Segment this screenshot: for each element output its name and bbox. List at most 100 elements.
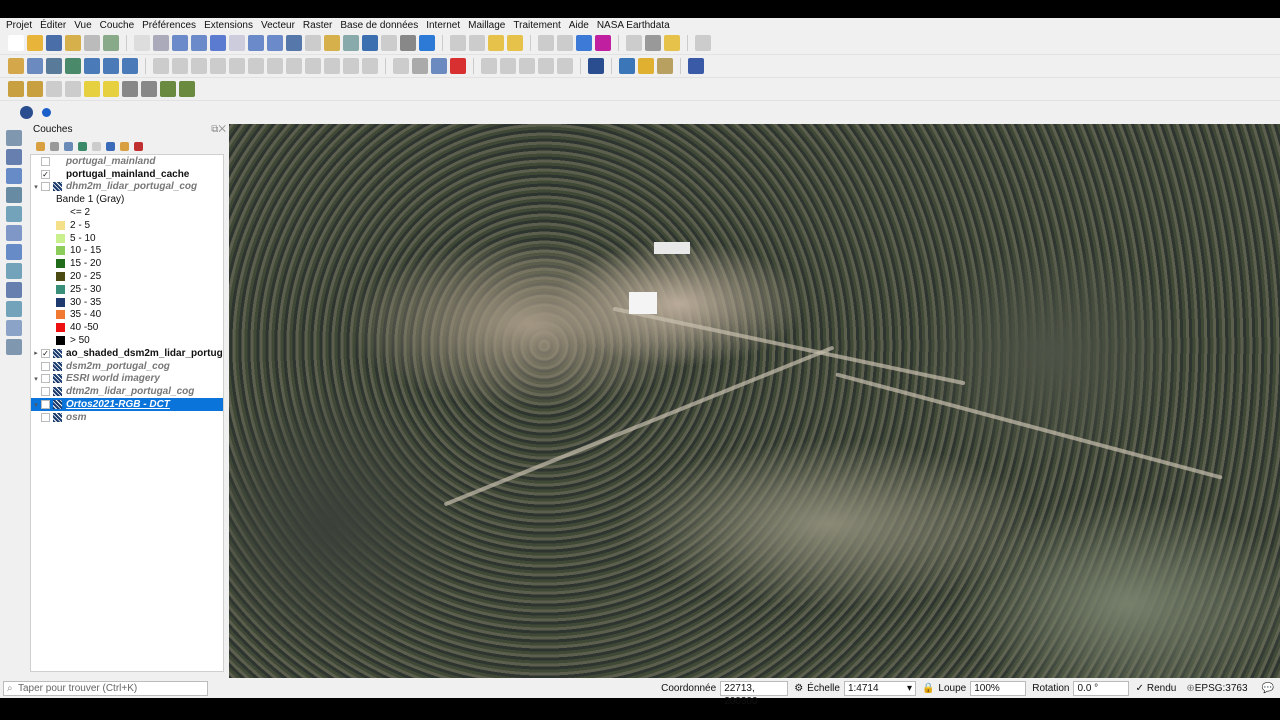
- map-canvas[interactable]: [229, 124, 1280, 678]
- edit-tool-icon-21[interactable]: [393, 58, 409, 74]
- add-layer-icon-1[interactable]: [5, 149, 22, 165]
- layer-visibility-checkbox[interactable]: [41, 361, 50, 371]
- menu-9[interactable]: Internet: [426, 20, 460, 31]
- toggle-extents-icon[interactable]: ⚙: [794, 683, 803, 694]
- add-layer-icon-3[interactable]: [5, 187, 22, 203]
- edit-tool-icon-16[interactable]: [305, 58, 321, 74]
- nav-tool-icon-3[interactable]: [65, 35, 81, 51]
- layer-row[interactable]: dtm2m_lidar_portugal_cog: [31, 385, 223, 398]
- panel-close-icon[interactable]: ⧉✕: [211, 124, 226, 138]
- menu-10[interactable]: Maillage: [468, 20, 505, 31]
- edit-tool-icon-36[interactable]: [657, 58, 673, 74]
- layer-visibility-checkbox[interactable]: [41, 412, 50, 422]
- edit-tool-icon-32[interactable]: [588, 58, 604, 74]
- edit-tool-icon-29[interactable]: [538, 58, 554, 74]
- plugin-tool-icon-2[interactable]: [46, 81, 62, 97]
- edit-tool-icon-12[interactable]: [229, 58, 245, 74]
- layer-visibility-checkbox[interactable]: [41, 156, 50, 166]
- nav-tool-icon-12[interactable]: [229, 35, 245, 51]
- plugin-tool-icon-5[interactable]: [103, 81, 119, 97]
- panel-tool-icon-1[interactable]: [50, 141, 59, 151]
- panel-tool-icon-3[interactable]: [78, 141, 87, 151]
- nav-tool-icon-34[interactable]: [626, 35, 642, 51]
- nav-tool-icon-26[interactable]: [488, 35, 504, 51]
- expand-arrow-icon[interactable]: ▾: [31, 401, 41, 409]
- nav-tool-icon-32[interactable]: [595, 35, 611, 51]
- edit-tool-icon-15[interactable]: [286, 58, 302, 74]
- magnifier-spinbox[interactable]: 100%: [970, 680, 1027, 696]
- scale-combobox[interactable]: 1:4714 ▾: [843, 680, 916, 696]
- menu-5[interactable]: Extensions: [204, 20, 253, 31]
- nav-tool-icon-4[interactable]: [84, 35, 100, 51]
- menu-12[interactable]: Aide: [569, 20, 589, 31]
- edit-tool-icon-5[interactable]: [103, 58, 119, 74]
- edit-tool-icon-1[interactable]: [27, 58, 43, 74]
- nav-tool-icon-22[interactable]: [419, 35, 435, 51]
- nav-tool-icon-20[interactable]: [381, 35, 397, 51]
- panel-tool-icon-6[interactable]: [120, 141, 129, 151]
- layer-row[interactable]: dsm2m_portugal_cog: [31, 360, 223, 373]
- layer-row[interactable]: osm: [31, 411, 223, 424]
- nav-tool-icon-36[interactable]: [664, 35, 680, 51]
- nav-tool-icon-30[interactable]: [557, 35, 573, 51]
- layer-row[interactable]: ▸ ✓ ao_shaded_dsm2m_lidar_portug: [31, 347, 223, 360]
- nav-tool-icon-29[interactable]: [538, 35, 554, 51]
- add-layer-icon-7[interactable]: [5, 263, 22, 279]
- edit-tool-icon-3[interactable]: [65, 58, 81, 74]
- nav-tool-icon-7[interactable]: [134, 35, 150, 51]
- menu-13[interactable]: NASA Earthdata: [597, 20, 670, 31]
- add-layer-icon-11[interactable]: [5, 339, 22, 355]
- nav-tool-icon-17[interactable]: [324, 35, 340, 51]
- layer-visibility-checkbox[interactable]: [41, 387, 50, 397]
- nav-tool-icon-27[interactable]: [507, 35, 523, 51]
- nav-tool-icon-38[interactable]: [695, 35, 711, 51]
- edit-tool-icon-35[interactable]: [638, 58, 654, 74]
- add-layer-icon-4[interactable]: [5, 206, 22, 222]
- plugin-tool-icon-7[interactable]: [141, 81, 157, 97]
- panel-tool-icon-4[interactable]: [92, 141, 101, 151]
- edit-tool-icon-9[interactable]: [172, 58, 188, 74]
- menu-1[interactable]: Éditer: [40, 20, 66, 31]
- edit-tool-icon-11[interactable]: [210, 58, 226, 74]
- layer-visibility-checkbox[interactable]: [41, 374, 50, 384]
- nav-tool-icon-19[interactable]: [362, 35, 378, 51]
- add-layer-icon-6[interactable]: [5, 244, 22, 260]
- expand-arrow-icon[interactable]: ▸: [31, 349, 41, 357]
- nav-tool-icon-18[interactable]: [343, 35, 359, 51]
- layer-row[interactable]: portugal_mainland: [31, 155, 223, 168]
- nav-tool-icon-31[interactable]: [576, 35, 592, 51]
- nav-tool-icon-9[interactable]: [172, 35, 188, 51]
- nav-tool-icon-25[interactable]: [469, 35, 485, 51]
- nav-tool-icon-35[interactable]: [645, 35, 661, 51]
- layer-row[interactable]: ▾ dhm2m_lidar_portugal_cog: [31, 181, 223, 194]
- nav-tool-icon-8[interactable]: [153, 35, 169, 51]
- nav-tool-icon-10[interactable]: [191, 35, 207, 51]
- nav-tool-icon-14[interactable]: [267, 35, 283, 51]
- add-layer-icon-0[interactable]: [5, 130, 22, 146]
- edit-tool-icon-19[interactable]: [362, 58, 378, 74]
- layer-row[interactable]: ▾ ✓ Ortos2021-RGB - DCT: [31, 398, 223, 411]
- edit-tool-icon-26[interactable]: [481, 58, 497, 74]
- nav-tool-icon-13[interactable]: [248, 35, 264, 51]
- expand-arrow-icon[interactable]: ▾: [31, 183, 41, 191]
- panel-tool-icon-2[interactable]: [64, 141, 73, 151]
- nav-tool-icon-24[interactable]: [450, 35, 466, 51]
- add-layer-icon-2[interactable]: [5, 168, 22, 184]
- plugin-tool-icon-8[interactable]: [160, 81, 176, 97]
- menu-11[interactable]: Traitement: [513, 20, 560, 31]
- edit-tool-icon-28[interactable]: [519, 58, 535, 74]
- nav-tool-icon-21[interactable]: [400, 35, 416, 51]
- menu-2[interactable]: Vue: [74, 20, 91, 31]
- nav-tool-icon-1[interactable]: [27, 35, 43, 51]
- edit-tool-icon-22[interactable]: [412, 58, 428, 74]
- panel-tool-icon-5[interactable]: [106, 141, 115, 151]
- edit-tool-icon-38[interactable]: [688, 58, 704, 74]
- edit-tool-icon-30[interactable]: [557, 58, 573, 74]
- layer-tree[interactable]: portugal_mainland ✓ portugal_mainland_cach…: [30, 154, 224, 672]
- messages-icon[interactable]: 💬: [1262, 683, 1274, 694]
- nav-tool-icon-11[interactable]: [210, 35, 226, 51]
- edit-tool-icon-4[interactable]: [84, 58, 100, 74]
- edit-tool-icon-0[interactable]: [8, 58, 24, 74]
- expand-arrow-icon[interactable]: ▾: [31, 375, 41, 383]
- add-layer-icon-8[interactable]: [5, 282, 22, 298]
